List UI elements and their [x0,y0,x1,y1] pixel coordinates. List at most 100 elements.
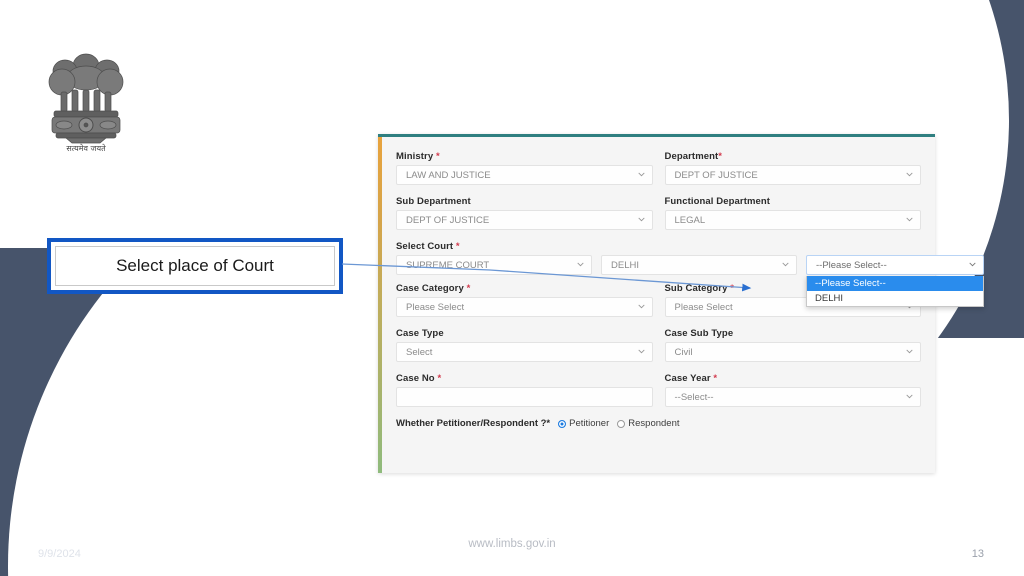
select-ministry[interactable]: LAW AND JUSTICE [396,165,653,185]
callout-inner-border: Select place of Court [55,246,335,286]
select-court-state-wrapper: DELHI [601,255,797,275]
label-text: Case Year [664,373,711,384]
required-marker: * [466,283,471,294]
select-case-year[interactable]: --Select-- [664,387,921,407]
field-label-functional-department: Functional Department [665,196,922,207]
field-case-year: Case Year * --Select-- [664,373,922,415]
slide-canvas: सत्यमेव जयते Select place of Court Minis… [0,0,1024,576]
select-value: LEGAL [674,214,706,226]
field-ministry: Ministry * LAW AND JUSTICE [396,151,653,193]
field-case-sub-type: Case Sub Type Civil [664,328,922,370]
select-case-category[interactable]: Please Select [396,297,653,317]
field-label-ministry: Ministry * [396,151,653,162]
label-text: Sub Department [396,196,471,207]
field-case-type: Case Type Select [396,328,653,370]
chevron-down-icon [637,171,645,178]
field-label-case-no: Case No * [396,373,653,384]
select-value: LAW AND JUSTICE [406,169,491,181]
field-label-petitioner-respondent: Whether Petitioner/Respondent ?* [396,418,551,429]
form-row-select-court: Select Court * SUPREME COURT DELHI --Ple… [396,241,984,307]
label-text: Select Court [396,241,454,252]
select-court-place-dropdown[interactable]: --Please Select-- DELHI [806,276,984,307]
select-value: Select [406,346,433,358]
required-marker: * [730,283,735,294]
field-department: Department* DEPT OF JUSTICE [664,151,922,193]
select-department[interactable]: DEPT OF JUSTICE [664,165,921,185]
radio-respondent-icon[interactable] [617,419,626,428]
svg-text:सत्यमेव जयते: सत्यमेव जयते [66,143,106,153]
label-text: Case Category [396,283,464,294]
radio-label: Respondent [628,418,680,429]
field-label-case-year: Case Year * [665,373,922,384]
form-row-sub-department: Sub Department DEPT OF JUSTICE Functiona… [396,196,921,238]
required-marker: * [718,151,723,162]
field-label-department: Department* [665,151,922,162]
chevron-down-icon [637,348,645,355]
select-value: SUPREME COURT [406,259,490,271]
footer-url: www.limbs.gov.in [468,538,556,550]
chevron-down-icon [577,261,584,268]
select-case-sub-type[interactable]: Civil [664,342,921,362]
select-court-name[interactable]: SUPREME COURT [396,255,592,275]
chevron-down-icon [906,171,913,178]
field-label-case-type: Case Type [396,328,653,339]
label-text: Case No [396,373,435,384]
footer-page-number: 13 [971,548,984,560]
chevron-down-icon [906,393,913,400]
form-row-ministry: Ministry * LAW AND JUSTICE Department* D… [396,151,921,193]
chevron-down-icon [906,216,913,223]
field-sub-department: Sub Department DEPT OF JUSTICE [396,196,653,238]
select-value: Please Select [674,301,733,313]
form-row-petitioner-respondent: Whether Petitioner/Respondent ?* Petitio… [396,418,921,429]
field-label-sub-department: Sub Department [396,196,653,207]
label-text: Ministry [396,151,434,162]
field-label-select-court: Select Court * [396,241,921,252]
select-value: DEPT OF JUSTICE [674,169,758,181]
select-value: --Please Select-- [816,259,887,271]
form-row-case-no: Case No * Case Year * --Select-- [396,373,921,415]
label-text: Sub Category [664,283,728,294]
select-court-place-wrapper: --Please Select-- --Please Select-- DELH… [806,255,984,307]
select-value: DEPT OF JUSTICE [406,214,490,226]
callout-box: Select place of Court [47,238,343,294]
required-marker: * [437,373,442,384]
select-sub-department[interactable]: DEPT OF JUSTICE [396,210,653,230]
field-case-category: Case Category * Please Select [396,283,653,325]
radio-label: Petitioner [569,418,610,429]
chevron-down-icon [782,261,789,268]
input-case-no[interactable] [396,387,653,407]
label-text: Functional Department [664,196,771,207]
select-case-type[interactable]: Select [396,342,653,362]
required-marker: * [713,373,718,384]
select-value: Please Select [406,301,465,313]
select-value: --Select-- [674,391,714,403]
dropdown-option[interactable]: DELHI [807,291,983,306]
select-functional-department[interactable]: LEGAL [664,210,921,230]
required-marker: * [455,241,460,252]
select-value: DELHI [611,259,639,271]
label-text: Department [664,151,719,162]
national-emblem-icon: सत्यमेव जयते [42,44,130,154]
field-case-no: Case No * [396,373,653,415]
select-court-name-wrapper: SUPREME COURT [396,255,592,275]
radio-option-petitioner[interactable]: Petitioner [558,418,609,429]
radio-petitioner-icon[interactable] [558,419,567,428]
form-body: Ministry * LAW AND JUSTICE Department* D… [378,137,984,473]
chevron-down-icon [906,348,913,355]
select-court-place[interactable]: --Please Select-- [806,255,984,275]
field-functional-department: Functional Department LEGAL [664,196,922,238]
field-label-case-category: Case Category * [396,283,653,294]
chevron-down-icon [637,216,645,223]
required-marker: * [435,151,440,162]
form-row-case-type: Case Type Select Case Sub Type Civil [396,328,921,370]
label-text: Case Sub Type [664,328,734,339]
label-text: Case Type [396,328,444,339]
chevron-down-icon [969,261,976,268]
limbs-form-card: Ministry * LAW AND JUSTICE Department* D… [378,134,984,473]
field-label-case-sub-type: Case Sub Type [665,328,922,339]
radio-option-respondent[interactable]: Respondent [617,418,680,429]
select-value: Civil [674,346,693,358]
chevron-down-icon [637,303,645,310]
select-court-state[interactable]: DELHI [601,255,797,275]
dropdown-option[interactable]: --Please Select-- [807,276,983,291]
